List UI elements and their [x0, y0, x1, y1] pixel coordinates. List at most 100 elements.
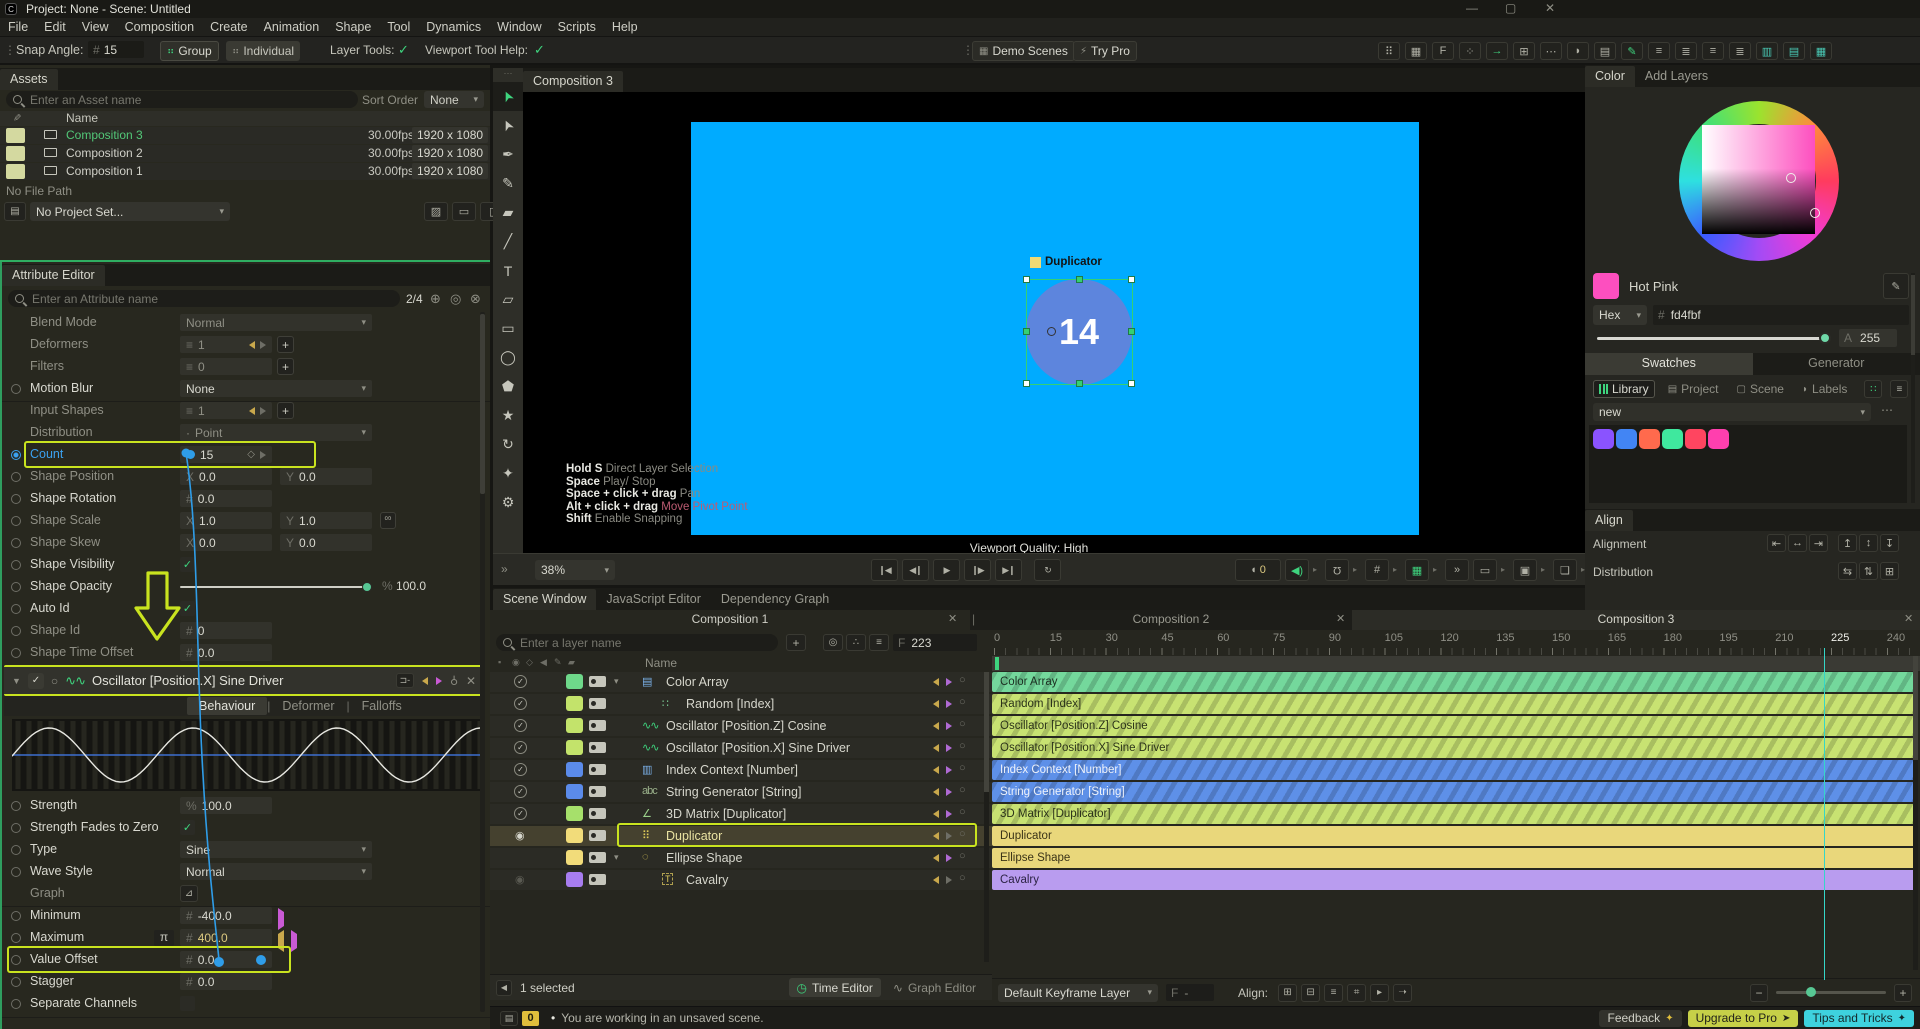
hue-indicator[interactable] — [1810, 208, 1820, 218]
zoom-slider-knob[interactable] — [1806, 987, 1816, 997]
in-connection-icon[interactable] — [933, 788, 939, 796]
layer-color-swatch[interactable] — [566, 872, 583, 887]
attribute-field[interactable]: #0.0 — [180, 973, 272, 990]
rows-icon[interactable]: ▤ — [1783, 42, 1805, 60]
timeline-track[interactable]: Oscillator [Position.X] Sine Driver — [992, 738, 1918, 758]
keyframe-radio[interactable] — [11, 911, 21, 921]
demo-scenes-button[interactable]: ▦Demo Scenes — [972, 41, 1075, 61]
asset-row[interactable]: Composition 330.00fps1920 x 1080 — [0, 127, 490, 144]
asset-row[interactable]: Composition 230.00fps1920 x 1080 — [0, 145, 490, 162]
layer-enabled-check[interactable]: ✓ — [514, 719, 527, 732]
feedback-button[interactable]: Feedback✦ — [1599, 1010, 1681, 1027]
hex-mode-dropdown[interactable]: Hex▾ — [1593, 305, 1647, 325]
attribute-dropdown[interactable]: Sine▾ — [180, 841, 372, 858]
close-tab-icon[interactable]: ✕ — [1904, 612, 1913, 625]
subtab-generator[interactable]: Generator — [1753, 353, 1920, 375]
subtab-swatches[interactable]: Swatches — [1585, 353, 1753, 375]
layer-row[interactable]: ✓∷Random [Index]○ — [490, 694, 992, 714]
keyframe-filter-icon[interactable]: F — [1432, 42, 1454, 60]
layer-render-toggle[interactable] — [589, 874, 606, 885]
swatch[interactable] — [1685, 429, 1706, 449]
snap-angle-field[interactable]: #15 — [88, 41, 144, 58]
align-left-icon[interactable]: ⇤ — [1767, 534, 1786, 552]
line-tool[interactable]: ╱ — [493, 227, 523, 256]
out-connection-icon[interactable] — [946, 854, 952, 862]
option-arrow-icon[interactable]: ▸ — [1541, 565, 1545, 574]
out-connection-icon[interactable] — [946, 766, 952, 774]
source-project[interactable]: ▤Project — [1663, 380, 1724, 398]
attribute-field[interactable]: ≡1 — [180, 402, 272, 419]
solo-circle-icon[interactable]: ○ — [959, 806, 966, 818]
viewport-tab-composition3[interactable]: Composition 3 — [523, 71, 623, 92]
connection-dot[interactable] — [186, 450, 195, 459]
settings-tool[interactable]: ⚙ — [493, 488, 523, 517]
attribute-field[interactable]: #0.0 — [180, 951, 272, 968]
pivot-point-icon[interactable] — [1047, 327, 1056, 336]
work-area-start-marker[interactable] — [995, 657, 999, 670]
attribute-field[interactable]: Y1.0 — [280, 512, 372, 529]
keyframe-radio[interactable] — [11, 494, 21, 504]
maximize-button[interactable]: ▢ — [1505, 1, 1516, 15]
close-button[interactable]: ✕ — [1545, 1, 1555, 15]
keyframe-radio[interactable] — [11, 845, 21, 855]
attribute-field[interactable]: 15◇ — [180, 446, 272, 463]
close-tab-icon[interactable]: ✕ — [1336, 612, 1345, 625]
solo-circle-icon[interactable]: ○ — [959, 762, 966, 774]
keyframe-diamond-icon[interactable]: ◇ — [247, 449, 255, 460]
tab-scene-window[interactable]: Scene Window — [493, 589, 596, 610]
option-arrow-icon[interactable]: ▸ — [1313, 565, 1317, 574]
scene-comp-tab[interactable]: Composition 1 — [490, 610, 970, 630]
more-dots-icon[interactable]: ⋯ — [1540, 42, 1562, 60]
tab-dependency-graph[interactable]: Dependency Graph — [711, 589, 839, 610]
align-center-icon[interactable]: ≣ — [1675, 42, 1697, 60]
attribute-field[interactable]: X0.0 — [180, 534, 272, 551]
eyedropper-button[interactable]: ✎ — [1883, 273, 1909, 299]
timeline-track[interactable]: Duplicator — [992, 826, 1918, 846]
menu-help[interactable]: Help — [604, 20, 646, 34]
color-panel-scrollbar-thumb[interactable] — [1911, 275, 1915, 355]
layer-enabled-check[interactable]: ✓ — [514, 807, 527, 820]
grid-overlay-icon[interactable]: ⠿ — [1378, 42, 1400, 60]
console-icon[interactable]: ▤ — [500, 1011, 518, 1026]
layer-color-swatch[interactable] — [566, 850, 583, 865]
sort-order-dropdown[interactable]: None▾ — [424, 91, 484, 108]
playback-speed-icon[interactable]: » — [1445, 559, 1469, 581]
asset-color-swatch[interactable] — [6, 128, 25, 143]
oscillator-tab-deformer[interactable]: Deformer — [270, 697, 346, 715]
layer-search-input[interactable] — [496, 634, 778, 651]
select-tool[interactable]: ➤ — [493, 82, 523, 111]
time-editor-button[interactable]: ◷Time Editor — [789, 978, 881, 997]
out-connection-icon[interactable] — [946, 788, 952, 796]
solo-circle-icon[interactable]: ○ — [959, 850, 966, 862]
in-connection-icon[interactable] — [933, 744, 939, 752]
layer-visibility-eye-icon[interactable]: ◉ — [515, 829, 525, 842]
out-connection-icon[interactable] — [946, 722, 952, 730]
option-arrow-icon[interactable]: ▸ — [1501, 565, 1505, 574]
direct-select-tool[interactable]: ➤ — [493, 111, 523, 140]
timeline-scrollbar-thumb[interactable] — [1913, 656, 1918, 760]
keyframe-radio[interactable] — [11, 999, 21, 1009]
checkbox[interactable]: ✓ — [180, 557, 195, 572]
saturation-value-picker[interactable] — [1702, 125, 1815, 234]
timeline-ruler[interactable]: 0153045607590105120135150165180195210225… — [992, 630, 1920, 648]
attribute-dropdown[interactable]: Normal▾ — [180, 314, 372, 331]
attribute-dropdown[interactable]: Normal▾ — [180, 863, 372, 880]
keyframe-radio[interactable] — [11, 648, 21, 658]
solo-circle-icon[interactable]: ○ — [959, 696, 966, 708]
timeline-tab-composition2[interactable]: Composition 2 — [992, 610, 1350, 630]
input-connection-icon[interactable] — [422, 677, 428, 685]
layer-row[interactable]: ✓∿∿Oscillator [Position.X] Sine Driver○ — [490, 738, 992, 758]
distribute-h-icon[interactable]: ⇆ — [1838, 562, 1857, 580]
kf-next-icon[interactable]: ▸ — [1370, 984, 1389, 1002]
timeline-zoom-slider[interactable] — [1776, 991, 1886, 994]
graph-button[interactable]: ⊿ — [180, 885, 198, 902]
ruler-icon[interactable]: ▤ — [1594, 42, 1616, 60]
attribute-field[interactable]: Y0.0 — [280, 468, 372, 485]
timeline-track[interactable]: 3D Matrix [Duplicator] — [992, 804, 1918, 824]
keyframe-layer-dropdown[interactable]: Default Keyframe Layer▾ — [998, 984, 1158, 1002]
grid-icon[interactable]: # — [1365, 559, 1389, 581]
tab-javascript-editor[interactable]: JavaScript Editor — [596, 589, 710, 610]
layer-render-toggle[interactable] — [589, 808, 606, 819]
expand-tools-icon[interactable]: » — [501, 562, 506, 576]
attribute-field[interactable]: ≡1 — [180, 336, 272, 353]
